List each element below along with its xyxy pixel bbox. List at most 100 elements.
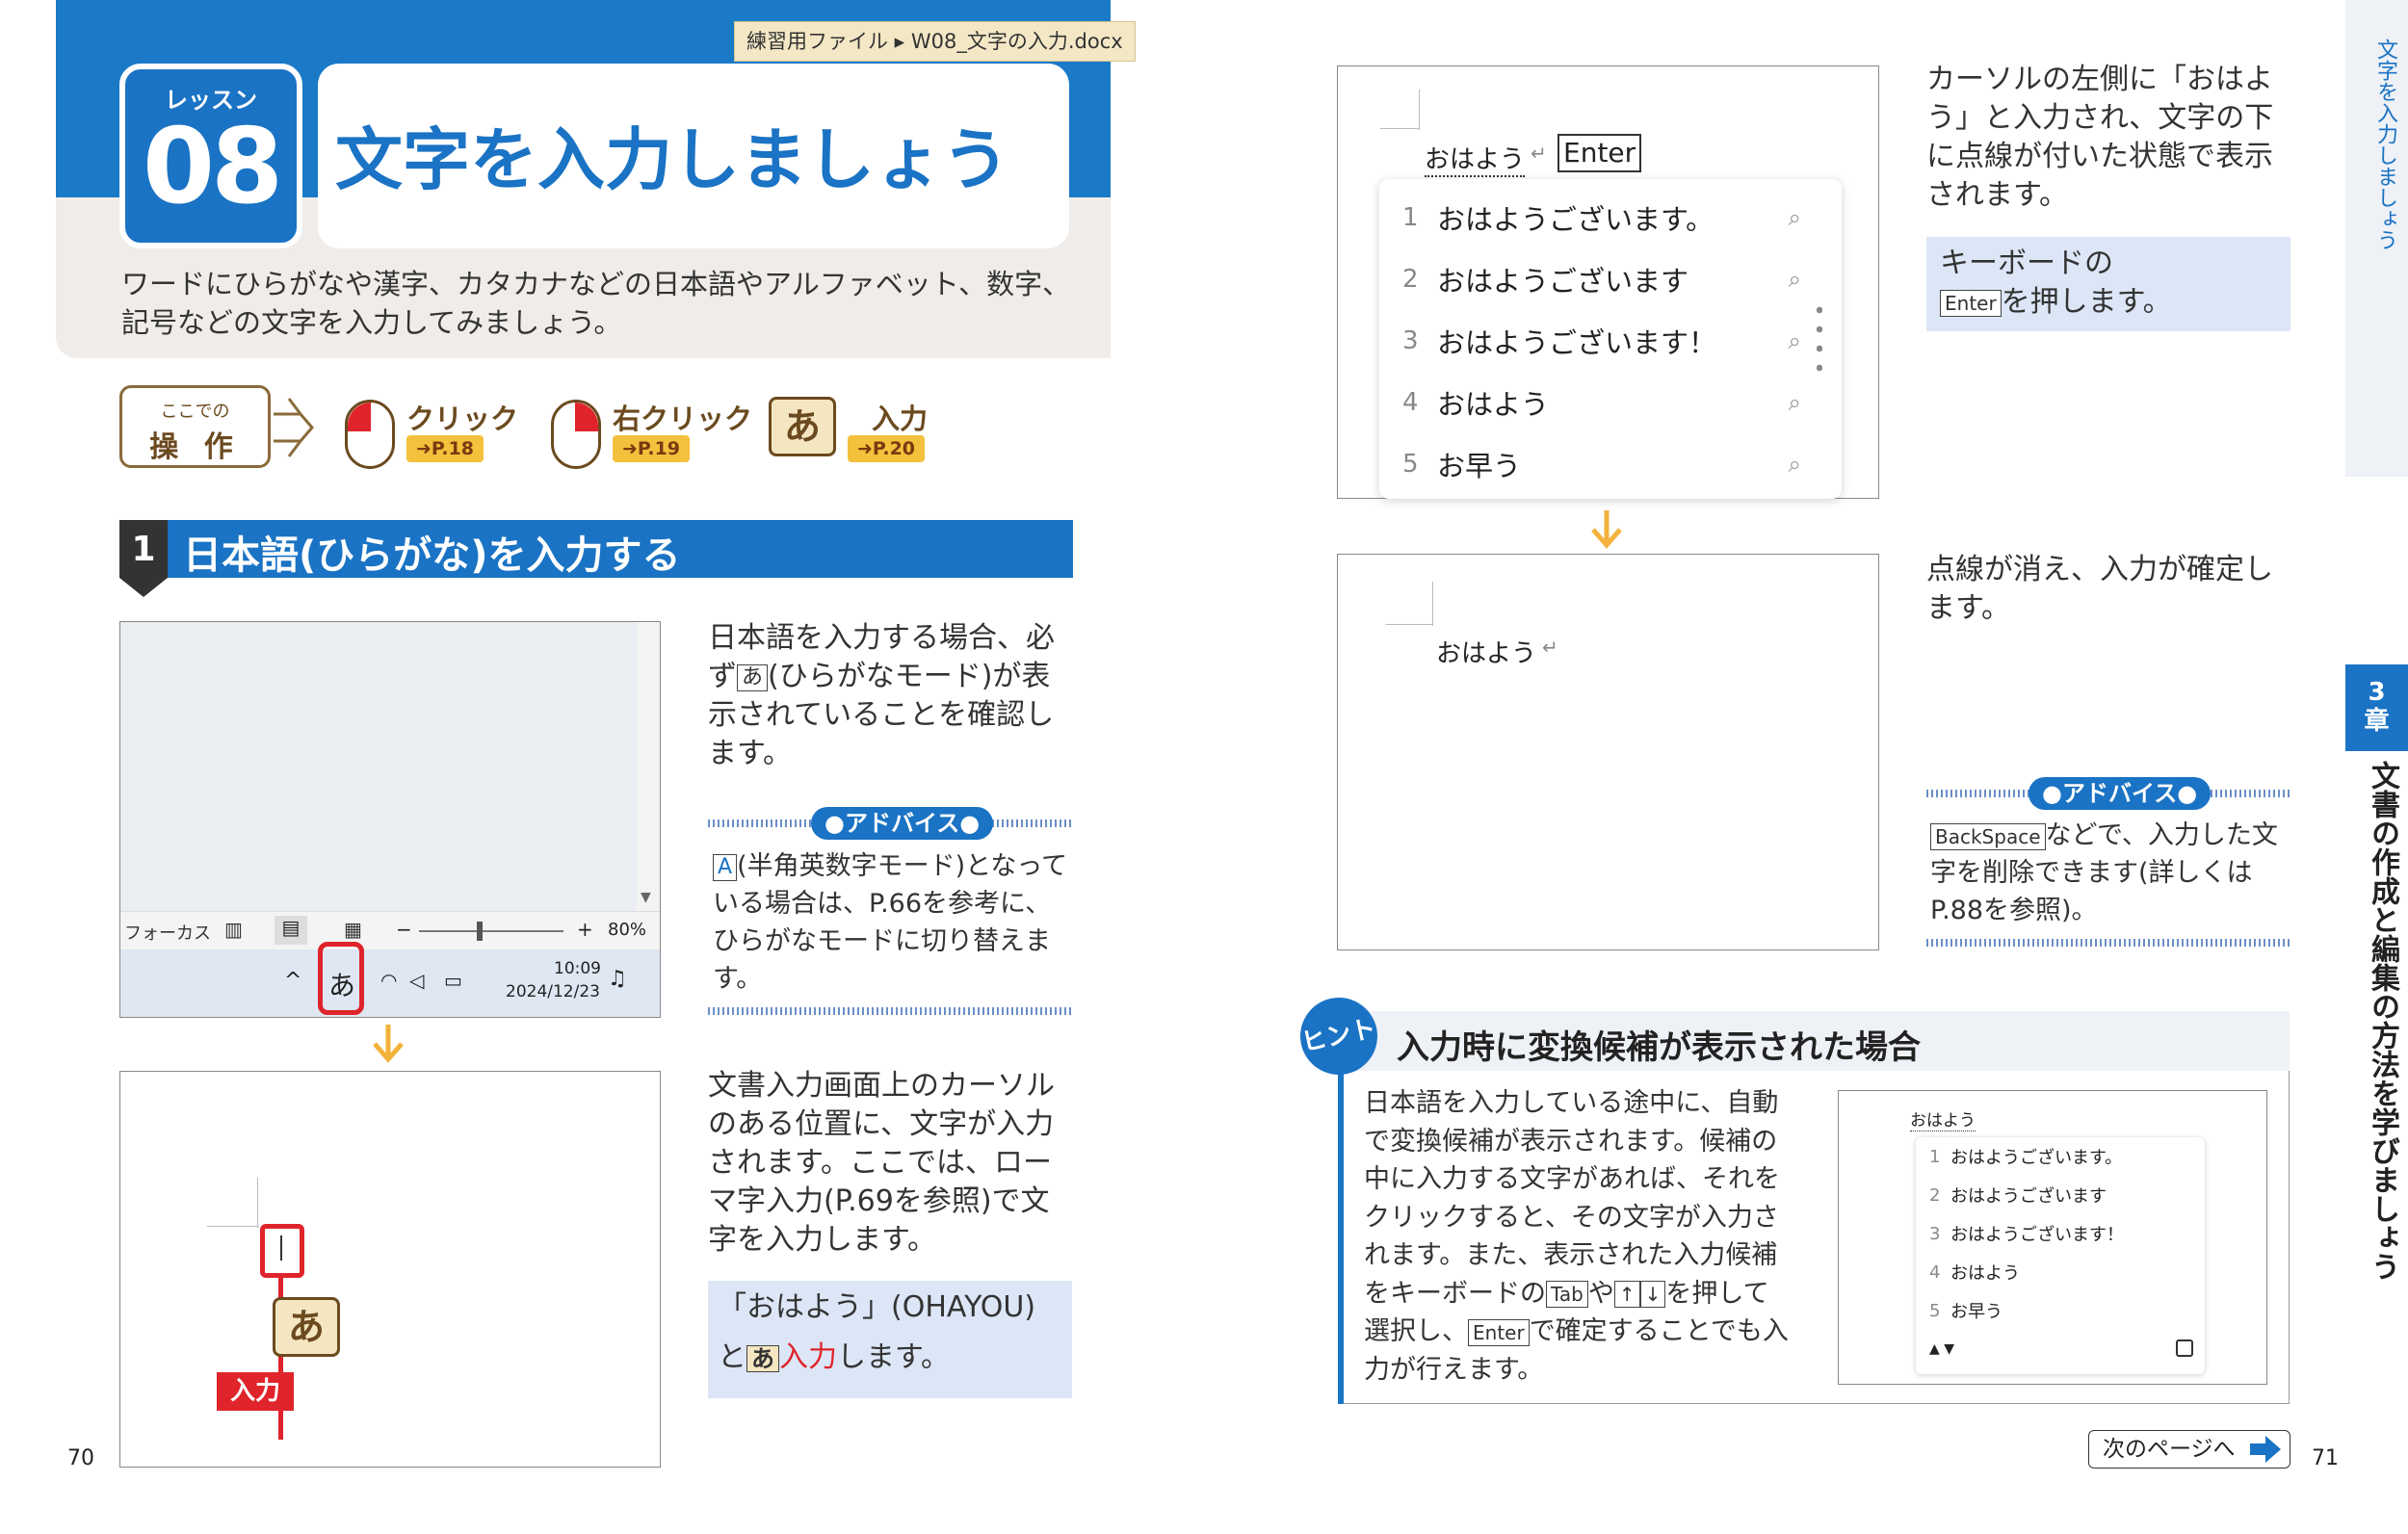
arrow-down-icon — [373, 1025, 404, 1063]
candidate-item[interactable]: 5 お早う ⌕ — [1379, 433, 1842, 495]
backspace-key: BackSpace — [1930, 822, 2046, 850]
zoom-slider-thumb[interactable] — [477, 922, 483, 941]
text: します。 — [837, 1340, 950, 1374]
down-key: ↓ — [1639, 1281, 1666, 1308]
text: を押します。 — [2001, 285, 2172, 319]
candidate-item[interactable]: 2 おはようございます ⌕ — [1379, 248, 1842, 310]
screenshot-taskbar: ▼ フォーカス ▥ ▤ ▦ − + 80% ^ あ ◠ ◁ ▭ 10:09 20… — [119, 621, 661, 1018]
candidate-text: おはよう — [1437, 388, 1550, 421]
candidate-number: 1 — [1402, 203, 1419, 232]
battery-icon[interactable]: ▭ — [444, 969, 462, 992]
candidate-list: 1 おはようございます。 ⌕ 2 おはようございます ⌕ 3 おはようございます！ ⌕ 4お… — [1379, 179, 1842, 499]
candidate-item[interactable]: 4 おはよう — [1916, 1253, 2205, 1291]
highlight-ring — [318, 942, 364, 1015]
page-nav-icon[interactable]: ▲ ▼ — [1929, 1341, 1954, 1357]
speaker-icon[interactable]: ◁ — [409, 969, 424, 992]
zoom-slider[interactable] — [419, 930, 563, 932]
operations-big-label: 操 作 — [149, 430, 241, 464]
callout-line1: 「おはよう」(OHAYOU) — [718, 1290, 1036, 1324]
text: や — [1587, 1278, 1614, 1309]
candidate-number: 3 — [1402, 326, 1419, 355]
candidate-number: 4 — [1929, 1261, 1941, 1283]
side-lesson-label: 文字を入力しましょう — [2373, 39, 2397, 250]
web-layout-icon[interactable]: ▦ — [344, 918, 362, 941]
clock-time[interactable]: 10:09 — [554, 959, 601, 978]
candidate-item[interactable]: 2 おはようございます — [1916, 1176, 2205, 1214]
zoom-out-button[interactable]: − — [396, 918, 412, 941]
mouse-right-icon — [551, 400, 601, 469]
advice1-text: A (半角英数字モード)となっている場合は、P.66を参考に、ひらがなモードに切り… — [713, 847, 1071, 998]
page-number-left: 70 — [67, 1446, 94, 1470]
enter-key: Enter — [1940, 289, 2002, 317]
page-number-right: 71 — [2312, 1446, 2339, 1470]
candidate-item[interactable]: 5 お早う — [1916, 1291, 2205, 1330]
enter-key: Enter — [1557, 134, 1642, 172]
candidate-item[interactable]: 3 おはようございます！ — [1916, 1214, 2205, 1253]
candidate-number: 5 — [1929, 1300, 1941, 1321]
up-key: ↑ — [1613, 1281, 1640, 1308]
op-click-ref: ➜P.18 — [406, 435, 484, 462]
section-title: 日本語(ひらがな)を入力する — [183, 533, 681, 578]
op-input-ref: ➜P.20 — [848, 435, 926, 462]
op-click-label: クリック — [406, 403, 519, 435]
ime-hiragana-key: あ — [737, 663, 769, 691]
zoom-level[interactable]: 80% — [608, 920, 646, 940]
candidate-item[interactable]: 1 おはようございます。 — [1916, 1137, 2205, 1176]
chevron-up-icon[interactable]: ^ — [284, 969, 301, 993]
lesson-number-box: レッスン 08 — [119, 64, 302, 248]
candidate-text: お早う — [1437, 450, 1522, 482]
step3-callout: キーボードの Enter を押します。 — [1926, 237, 2290, 331]
candidate-text: おはようございます。 — [1437, 203, 1714, 236]
zoom-in-button[interactable]: + — [577, 918, 593, 941]
candidate-text: おはよう — [1950, 1263, 2020, 1284]
wifi-icon[interactable]: ◠ — [380, 969, 397, 992]
chapter-tab: 3 章 — [2345, 664, 2408, 751]
search-icon[interactable]: ⌕ — [1789, 327, 1801, 354]
text-cursor — [280, 1235, 282, 1261]
text: (半角英数字モード)となっている場合は、P.66を参考に、ひらがなモードに切り替… — [713, 851, 1067, 994]
return-mark: ↵ — [1531, 142, 1547, 165]
step2-text: 文書入力画面上のカーソルのある位置に、文字が入力されます。ここでは、ローマ字入力… — [708, 1069, 1055, 1257]
more-dots-icon[interactable] — [1817, 300, 1822, 377]
scrollbar — [637, 622, 660, 911]
margin-guide — [1419, 90, 1420, 130]
focus-label[interactable]: フォーカス — [124, 920, 211, 945]
candidate-item[interactable]: 3 おはようございます！ ⌕ — [1379, 310, 1842, 372]
step3-text: カーソルの左側に「おはよう」と入力され、文字の下に点線が付いた状態で表示されます… — [1926, 63, 2274, 212]
op-input-label: 入力 — [872, 403, 929, 435]
advice-divider — [708, 1007, 1072, 1015]
next-page-label: 次のページへ — [2103, 1437, 2236, 1462]
practice-file-label: 練習用ファイル ▸ W08_文字の入力.docx — [734, 21, 1136, 62]
tab-key: Tab — [1546, 1281, 1588, 1308]
ime-key-icon: あ — [273, 1297, 340, 1357]
candidate-number: 4 — [1402, 388, 1419, 417]
margin-guide — [1432, 582, 1433, 626]
candidate-text: おはようございます！ — [1437, 326, 1717, 359]
hint-title: 入力時に変換候補が表示された場合 — [1397, 1028, 1921, 1067]
candidate-item[interactable]: 1 おはようございます。 ⌕ — [1379, 187, 1842, 248]
hint-screenshot: おはよう 1 おはようございます。 2 おはようございます 3 おはようございます！ … — [1838, 1090, 2267, 1385]
chapter-title: 文書の作成と編集の方法を学びましょう — [2366, 761, 2399, 1281]
confirmed-text: おはよう — [1436, 639, 1537, 668]
screenshot-cursor: 入力 あ — [119, 1071, 661, 1468]
typed-text: おはよう — [1425, 140, 1526, 177]
search-icon[interactable]: ⌕ — [1789, 266, 1801, 293]
op-rightclick-label: 右クリック — [613, 403, 753, 435]
print-layout-icon[interactable]: ▤ — [275, 916, 307, 945]
ime-key-icon: あ — [769, 397, 836, 456]
read-mode-icon[interactable]: ▥ — [224, 918, 243, 941]
search-icon[interactable]: ⌕ — [1789, 389, 1801, 416]
enter-key: Enter — [1468, 1318, 1530, 1346]
search-icon[interactable]: ⌕ — [1789, 204, 1801, 231]
bell-icon[interactable]: ♫ — [608, 967, 627, 991]
search-icon[interactable]: ⌕ — [1789, 451, 1801, 478]
clock-date[interactable]: 2024/12/23 — [506, 982, 600, 1001]
candidate-item[interactable]: 4 おはよう ⌕ — [1379, 372, 1842, 433]
candidate-text: おはようございます！ — [1950, 1225, 2124, 1245]
margin-guide — [1380, 128, 1419, 129]
candidate-number: 3 — [1929, 1223, 1941, 1244]
section-number: 1 — [119, 520, 168, 597]
margin-guide — [257, 1178, 258, 1228]
halfwidth-key: A — [713, 853, 738, 881]
settings-icon[interactable] — [2176, 1339, 2193, 1357]
